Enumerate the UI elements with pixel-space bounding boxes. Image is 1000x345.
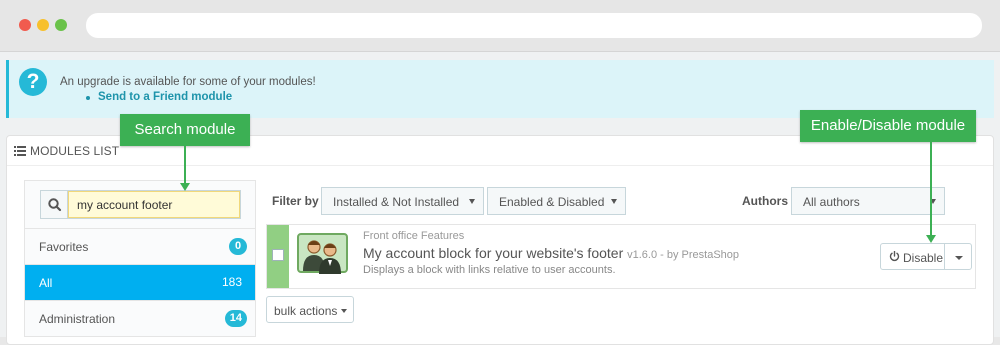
category-count-badge: 183 xyxy=(221,275,242,289)
category-count-badge: 14 xyxy=(224,310,247,327)
module-actions-dropdown[interactable] xyxy=(944,243,972,270)
bulk-actions-label: bulk actions xyxy=(274,304,338,318)
search-input[interactable] xyxy=(68,191,240,218)
category-favorites[interactable]: Favorites 0 xyxy=(25,228,255,264)
chevron-down-icon xyxy=(930,199,936,204)
panel-title-text: MODULES LIST xyxy=(30,144,120,158)
chevron-down-icon xyxy=(341,309,347,313)
bulk-actions-button[interactable]: bulk actions xyxy=(266,296,354,323)
install-state-value: Installed & Not Installed xyxy=(333,195,460,209)
category-label: Administration xyxy=(39,312,116,326)
list-icon xyxy=(14,146,26,156)
module-category: Front office Features xyxy=(363,230,465,242)
category-label: All xyxy=(39,276,53,290)
panel-title: MODULES LIST xyxy=(14,144,119,158)
maximize-window-button[interactable] xyxy=(55,19,67,31)
disable-button[interactable]: Disable xyxy=(880,243,945,270)
upgrade-link[interactable]: Send to a Friend module xyxy=(84,91,232,103)
close-window-button[interactable] xyxy=(19,19,31,31)
authors-value: All authors xyxy=(803,195,860,209)
chevron-down-icon xyxy=(469,199,475,204)
toggle-callout: Enable/Disable module xyxy=(800,110,976,142)
upgrade-link-label[interactable]: Send to a Friend module xyxy=(98,91,232,103)
minimize-window-button[interactable] xyxy=(37,19,49,31)
chevron-down-icon xyxy=(955,256,963,260)
authors-label: Authors xyxy=(742,194,788,208)
toggle-callout-label: Enable/Disable module xyxy=(810,117,966,134)
module-checkbox[interactable] xyxy=(272,249,284,261)
category-all[interactable]: All 183 xyxy=(25,264,255,300)
module-title-text: My account block for your website's foot… xyxy=(363,245,624,261)
search-icon[interactable] xyxy=(41,191,68,218)
chevron-down-icon xyxy=(611,199,617,204)
enable-state-select[interactable]: Enabled & Disabled xyxy=(487,187,626,215)
filter-by-label: Filter by xyxy=(272,194,319,208)
module-description: Displays a block with links relative to … xyxy=(363,264,616,276)
users-icon xyxy=(297,233,348,274)
module-title: My account block for your website's foot… xyxy=(363,245,739,261)
disable-button-label: Disable xyxy=(903,251,944,265)
browser-titlebar xyxy=(0,0,1000,52)
address-bar[interactable] xyxy=(86,13,982,38)
authors-select[interactable]: All authors xyxy=(791,187,945,215)
search-callout-label: Search module xyxy=(134,121,236,138)
category-administration[interactable]: Administration 14 xyxy=(25,300,255,336)
category-count-badge: 0 xyxy=(229,238,247,255)
question-icon: ? xyxy=(19,68,47,96)
power-icon xyxy=(889,251,900,262)
module-version: v1.6.0 - by PrestaShop xyxy=(627,249,740,261)
module-search[interactable] xyxy=(40,190,241,219)
alert-message: An upgrade is available for some of your… xyxy=(60,76,316,88)
category-label: Favorites xyxy=(39,240,89,254)
module-status-bar xyxy=(267,225,289,288)
panel-divider xyxy=(7,165,993,166)
search-callout: Search module xyxy=(120,114,250,146)
install-state-select[interactable]: Installed & Not Installed xyxy=(321,187,484,215)
enable-state-value: Enabled & Disabled xyxy=(499,195,605,209)
